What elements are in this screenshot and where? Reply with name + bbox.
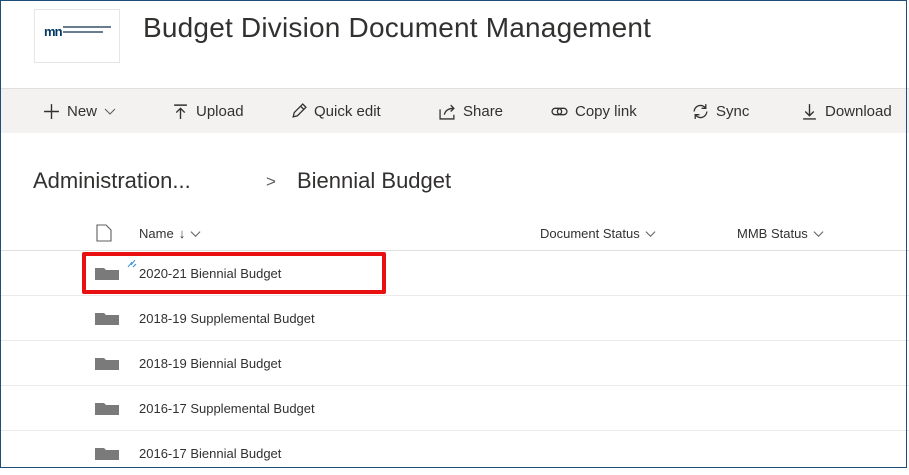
- quick-edit-button[interactable]: Quick edit: [290, 101, 381, 121]
- copy-link-button-label: Copy link: [575, 102, 637, 120]
- upload-icon: [174, 103, 187, 119]
- chevron-down-icon: [104, 108, 116, 115]
- command-bar: New Upload Quick edit Share Copy link Sy…: [0, 88, 909, 133]
- folder-name[interactable]: 2016-17 Supplemental Budget: [139, 401, 315, 416]
- breadcrumb-separator: >: [266, 172, 276, 191]
- table-row[interactable]: 2016-17 Biennial Budget: [0, 431, 909, 475]
- logo-text-lines: [63, 26, 111, 36]
- new-button[interactable]: New: [43, 101, 123, 121]
- copy-link-button[interactable]: Copy link: [551, 101, 637, 121]
- sync-button[interactable]: Sync: [692, 101, 749, 121]
- logo-mark: mn: [44, 24, 63, 39]
- folder-name[interactable]: 2018-19 Biennial Budget: [139, 356, 281, 371]
- folder-icon: [95, 358, 119, 370]
- folder-icon: [95, 313, 119, 325]
- column-header-mmb-status-label: MMB Status: [737, 226, 808, 241]
- download-button-label: Download: [825, 102, 892, 120]
- breadcrumb-current: Biennial Budget: [297, 168, 452, 193]
- sort-descending-icon: ↓: [178, 226, 186, 241]
- folder-name[interactable]: 2018-19 Supplemental Budget: [139, 311, 315, 326]
- column-header-name[interactable]: Name ↓: [139, 226, 201, 241]
- breadcrumb-parent[interactable]: Administration...: [33, 168, 191, 194]
- share-button[interactable]: Share: [439, 101, 503, 121]
- column-header-name-label: Name: [139, 226, 174, 241]
- download-button[interactable]: Download: [801, 101, 892, 121]
- link-icon: [551, 107, 568, 115]
- list-header: Name ↓ Document Status MMB Status: [0, 214, 909, 251]
- upload-button[interactable]: Upload: [172, 101, 244, 121]
- pencil-icon: [292, 102, 307, 118]
- table-row[interactable]: 2018-19 Supplemental Budget: [0, 296, 909, 341]
- site-title[interactable]: Budget Division Document Management: [143, 12, 651, 44]
- table-row[interactable]: 2016-17 Supplemental Budget: [0, 386, 909, 431]
- share-button-label: Share: [463, 102, 504, 120]
- sync-button-label: Sync: [716, 102, 750, 120]
- folder-icon: [95, 403, 119, 415]
- column-header-document-status[interactable]: Document Status: [540, 226, 656, 241]
- folder-name[interactable]: 2016-17 Biennial Budget: [139, 446, 281, 461]
- file-type-icon[interactable]: [96, 224, 112, 242]
- chevron-down-icon: [190, 231, 201, 237]
- new-button-label: New: [67, 102, 98, 120]
- chevron-down-icon: [813, 231, 824, 237]
- column-header-document-status-label: Document Status: [540, 226, 640, 241]
- upload-button-label: Upload: [196, 102, 244, 120]
- plus-icon: [44, 103, 59, 119]
- share-icon: [439, 104, 455, 120]
- folder-icon: [95, 448, 119, 460]
- highlight-box: [82, 252, 386, 294]
- site-logo[interactable]: mn: [34, 9, 120, 63]
- download-icon: [803, 103, 816, 120]
- chevron-down-icon: [645, 231, 656, 237]
- table-row[interactable]: 2018-19 Biennial Budget: [0, 341, 909, 386]
- column-header-mmb-status[interactable]: MMB Status: [737, 226, 824, 241]
- quick-edit-button-label: Quick edit: [314, 102, 381, 120]
- sync-icon: [693, 103, 708, 119]
